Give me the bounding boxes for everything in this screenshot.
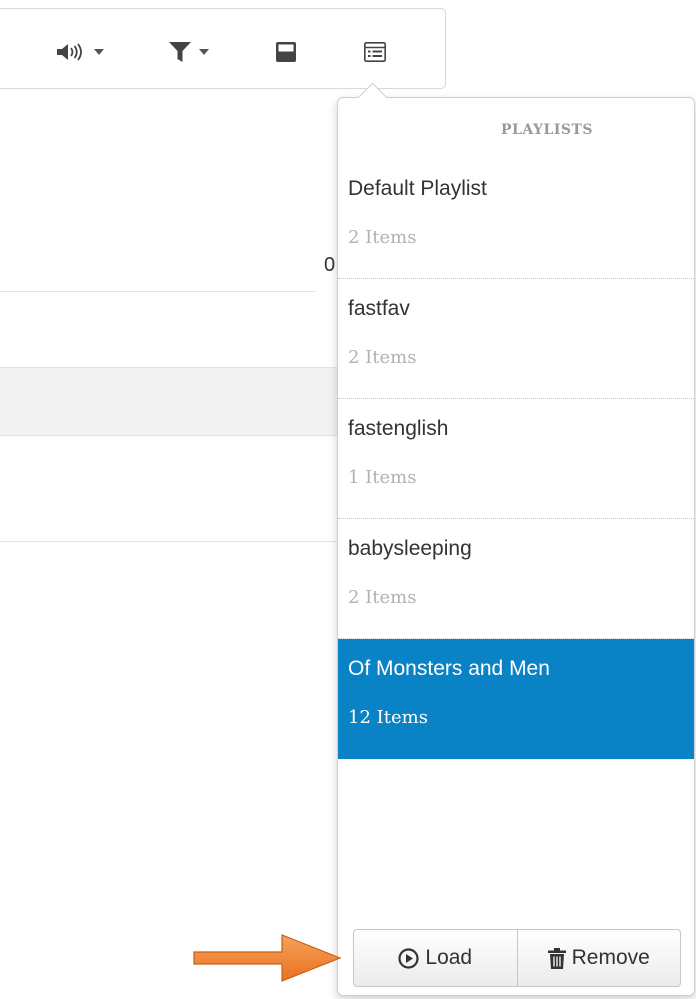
play-circle-icon (398, 947, 419, 969)
filter-icon (169, 42, 191, 62)
playlist-actions: Load Remove (353, 929, 681, 987)
playlist-item-count: 12 Items (348, 707, 428, 728)
playlist-item[interactable]: babysleeping 2 Items (338, 519, 694, 639)
save-icon (276, 42, 296, 62)
volume-button[interactable] (56, 39, 104, 65)
load-button[interactable]: Load (354, 930, 517, 986)
playlist-name: fastenglish (348, 417, 449, 440)
chevron-down-icon (94, 49, 104, 55)
playlist-item-count: 1 Items (348, 467, 417, 488)
playlist-name: fastfav (348, 297, 410, 320)
load-label: Load (425, 946, 473, 969)
playlist-item[interactable]: fastenglish 1 Items (338, 399, 694, 519)
playlist-list: Default Playlist 2 Items fastfav 2 Items… (338, 159, 694, 759)
divider (0, 541, 340, 542)
playlist-name: Default Playlist (348, 177, 487, 200)
divider (0, 291, 316, 292)
player-toolbar (0, 8, 446, 89)
remove-label: Remove (571, 946, 650, 969)
page: 0 PLAYLISTS Default Playlist 2 Items fas… (0, 0, 696, 999)
playlist-name: babysleeping (348, 537, 472, 560)
trash-icon (547, 947, 566, 969)
playlist-item[interactable]: Default Playlist 2 Items (338, 159, 694, 279)
playlist-item-count: 2 Items (348, 227, 417, 248)
volume-icon (57, 43, 82, 61)
playlist-item-count: 2 Items (348, 587, 417, 608)
remove-button[interactable]: Remove (516, 930, 681, 986)
background-row (0, 367, 340, 436)
show-playlists-button[interactable] (364, 39, 386, 65)
playlists-popover: PLAYLISTS Default Playlist 2 Items fastf… (337, 82, 695, 996)
save-playlist-button[interactable] (276, 39, 296, 65)
playlist-name: Of Monsters and Men (348, 657, 550, 680)
playlist-item-selected[interactable]: Of Monsters and Men 12 Items (338, 639, 694, 759)
popover-title: PLAYLISTS (500, 122, 594, 138)
playlist-item[interactable]: fastfav 2 Items (338, 279, 694, 399)
playlist-item-count: 2 Items (348, 347, 417, 368)
filter-button[interactable] (169, 39, 209, 65)
chevron-down-icon (199, 49, 209, 55)
background-text: 0 (324, 254, 336, 276)
annotation-arrow-icon (193, 934, 342, 982)
playlist-icon (364, 42, 386, 62)
